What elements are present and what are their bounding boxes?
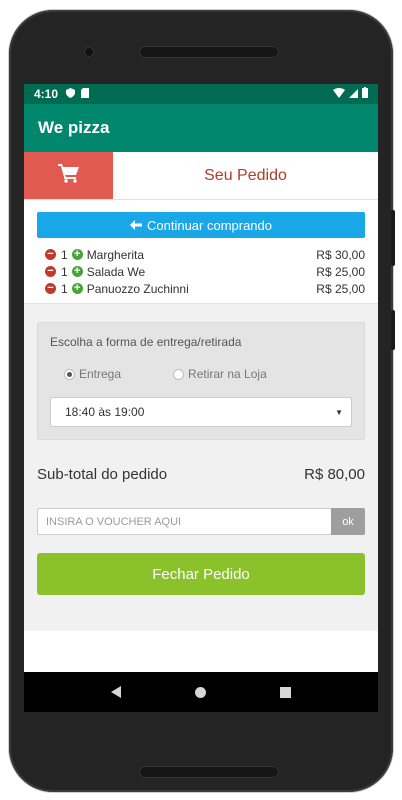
minus-circle-icon[interactable]: − (45, 266, 56, 277)
item-price: R$ 25,00 (316, 281, 365, 296)
recent-apps-icon[interactable] (280, 686, 291, 698)
dropdown-arrow-icon: ▼ (335, 407, 343, 417)
list-item: − 1 + Panuozzo Zuchinni R$ 25,00 (45, 280, 365, 297)
list-item: − 1 + Salada We R$ 25,00 (45, 263, 365, 280)
plus-circle-icon[interactable]: + (71, 249, 83, 260)
minus-circle-icon[interactable]: − (45, 249, 56, 260)
subtotal-label: Sub-total do pedido (37, 466, 168, 483)
screen: 4:10 We pizza Seu Pedido Continuar compr… (24, 84, 378, 712)
delivery-options-card: Escolha a forma de entrega/retirada Entr… (37, 322, 365, 440)
shield-icon (66, 87, 76, 101)
voucher-group: ok (37, 508, 365, 535)
delivery-radio-group: Entrega Retirar na Loja (50, 367, 352, 381)
app-title: We pizza (38, 118, 110, 137)
bottom-spacer (37, 595, 365, 619)
voucher-ok-button[interactable]: ok (331, 508, 365, 535)
subtotal-row: Sub-total do pedido R$ 80,00 (37, 466, 365, 483)
status-time: 4:10 (34, 87, 59, 101)
subtotal-value: R$ 80,00 (304, 466, 365, 483)
checkout-button[interactable]: Fechar Pedido (37, 553, 365, 595)
wifi-icon (333, 87, 345, 101)
list-item: − 1 + Margherita R$ 30,00 (45, 246, 365, 263)
minus-circle-icon[interactable]: − (45, 283, 56, 294)
shopping-cart-icon (57, 163, 80, 188)
item-quantity: 1 (61, 264, 68, 279)
radio-pickup[interactable]: Retirar na Loja (173, 367, 267, 381)
app-bar: We pizza (24, 104, 378, 152)
voucher-input[interactable] (37, 508, 331, 535)
item-quantity: 1 (61, 281, 68, 296)
continue-shopping-label: Continuar comprando (146, 217, 273, 233)
arrow-left-icon (129, 218, 142, 233)
item-price: R$ 25,00 (316, 264, 365, 279)
status-bar: 4:10 (24, 84, 378, 104)
order-items-list: − 1 + Margherita R$ 30,00 − 1 + Salada W… (24, 238, 378, 303)
cart-button[interactable] (24, 152, 113, 199)
power-button (391, 310, 395, 350)
volume-button (391, 210, 395, 266)
item-name: Salada We (86, 264, 146, 279)
item-name: Margherita (86, 247, 145, 262)
item-quantity: 1 (61, 247, 68, 262)
signal-icon (349, 87, 358, 101)
time-slot-value: 18:40 às 19:00 (65, 405, 145, 419)
time-slot-select[interactable]: 18:40 às 19:00 ▼ (50, 397, 352, 427)
checkout-section: Escolha a forma de entrega/retirada Entr… (24, 303, 378, 631)
item-name: Panuozzo Zuchinni (86, 281, 189, 296)
android-nav-bar (24, 672, 378, 712)
continue-shopping-button[interactable]: Continuar comprando (37, 212, 365, 238)
radio-delivery[interactable]: Entrega (64, 367, 121, 381)
battery-icon (362, 87, 368, 101)
radio-delivery-label: Entrega (79, 367, 122, 381)
back-icon[interactable] (111, 686, 121, 698)
sd-card-icon (81, 87, 90, 101)
radio-unchecked-icon (173, 368, 185, 380)
home-icon[interactable] (195, 686, 206, 698)
front-camera (85, 48, 93, 56)
order-title: Seu Pedido (204, 166, 287, 184)
plus-circle-icon[interactable]: + (71, 266, 83, 277)
order-header: Seu Pedido (24, 152, 378, 200)
top-speaker (139, 46, 279, 58)
radio-checked-icon (64, 368, 75, 380)
plus-circle-icon[interactable]: + (71, 283, 83, 294)
radio-pickup-label: Retirar na Loja (188, 367, 267, 381)
bottom-speaker (139, 766, 279, 778)
delivery-title: Escolha a forma de entrega/retirada (50, 335, 242, 349)
item-price: R$ 30,00 (316, 247, 365, 262)
